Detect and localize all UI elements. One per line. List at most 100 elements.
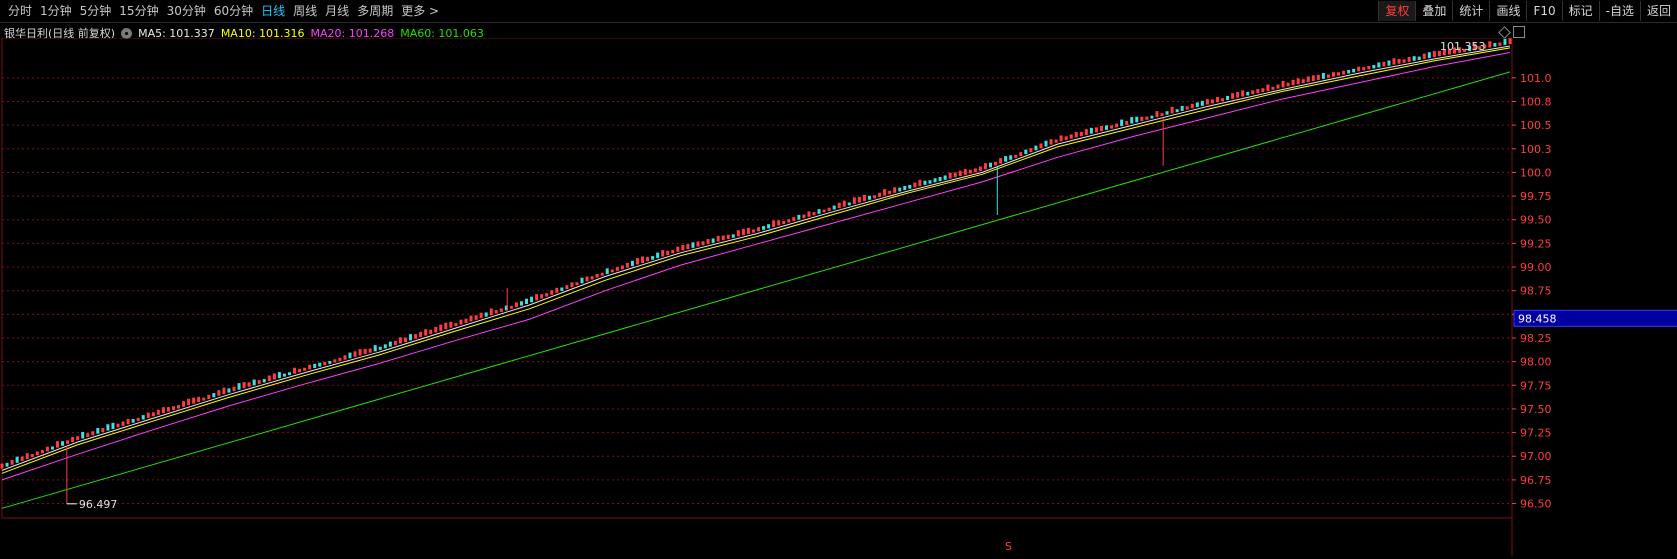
- kline-chart[interactable]: 101.0 100.8 100.5 100.3 100.0 99.75 99.50 99.25…: [0, 37, 1677, 556]
- series-line-ma60: [1, 71, 1511, 509]
- candle: [777, 220, 781, 226]
- candle: [641, 256, 645, 263]
- candle: [1195, 102, 1199, 108]
- candle: [797, 214, 801, 220]
- tab-7[interactable]: 周线: [289, 3, 321, 19]
- candle: [20, 456, 24, 461]
- y-tick-label: 97.25: [1520, 427, 1552, 440]
- tab-8[interactable]: 月线: [321, 3, 353, 19]
- candle: [474, 315, 478, 320]
- tab-2[interactable]: 5分钟: [76, 3, 116, 19]
- tool-button-4[interactable]: F10: [1526, 1, 1561, 21]
- candle: [1251, 90, 1255, 95]
- candle: [651, 256, 655, 260]
- candle: [1331, 72, 1335, 77]
- series-line-ma5: [1, 45, 1511, 471]
- candle: [419, 331, 423, 338]
- tool-buttons: 复权 叠加 统计 画线 F10 标记 -自选 返回: [1378, 1, 1677, 21]
- candle: [15, 456, 19, 463]
- candle: [136, 417, 140, 422]
- candle: [1357, 66, 1361, 72]
- candle: [454, 323, 458, 327]
- y-tick-label: 98.00: [1520, 356, 1552, 369]
- candle: [116, 423, 120, 428]
- candle: [1407, 56, 1411, 62]
- candle: [706, 239, 710, 245]
- candle: [605, 268, 609, 274]
- y-tick-label: 100.5: [1520, 119, 1552, 132]
- candle: [182, 401, 186, 407]
- candle: [1387, 60, 1391, 66]
- tool-button-1[interactable]: 叠加: [1415, 1, 1452, 21]
- tab-10[interactable]: 更多 >: [397, 3, 443, 19]
- diamond-icon[interactable]: [1498, 26, 1511, 39]
- tab-3[interactable]: 15分钟: [115, 3, 162, 19]
- candle: [262, 379, 266, 383]
- kline-svg[interactable]: 101.0 100.8 100.5 100.3 100.0 99.75 99.50 99.25…: [0, 37, 1677, 556]
- candle: [247, 382, 251, 387]
- candle: [968, 169, 972, 174]
- candle: [696, 241, 700, 247]
- candle: [81, 431, 85, 439]
- candle: [323, 361, 327, 366]
- candle: [76, 436, 80, 441]
- candle: [1079, 131, 1083, 137]
- candle: [439, 324, 443, 331]
- candle: [1170, 106, 1174, 114]
- candle: [615, 266, 619, 271]
- candle: [1064, 136, 1068, 141]
- candle: [898, 187, 902, 192]
- candle: [101, 428, 105, 433]
- candle: [1276, 84, 1280, 89]
- candle: [1236, 91, 1240, 98]
- candle: [736, 230, 740, 237]
- candle: [913, 182, 917, 188]
- tool-button-7[interactable]: 返回: [1639, 1, 1677, 21]
- candle: [822, 209, 826, 213]
- candle: [1094, 127, 1098, 133]
- tool-button-2[interactable]: 统计: [1452, 1, 1489, 21]
- tool-button-0[interactable]: 复权: [1378, 1, 1416, 21]
- candle: [146, 412, 150, 418]
- candle: [1039, 143, 1043, 149]
- candle: [767, 224, 771, 229]
- candle: [272, 373, 276, 380]
- candle: [671, 249, 675, 254]
- candle: [287, 372, 291, 376]
- candle: [1069, 134, 1073, 139]
- candle: [242, 382, 246, 389]
- tab-1[interactable]: 1分钟: [36, 3, 76, 19]
- candle: [1337, 72, 1341, 76]
- candle: [1488, 41, 1492, 48]
- candle: [620, 265, 624, 270]
- tab-5[interactable]: 60分钟: [210, 3, 257, 19]
- candle: [338, 357, 342, 362]
- candle: [409, 334, 413, 341]
- candle: [449, 321, 453, 328]
- tool-button-3[interactable]: 画线: [1489, 1, 1526, 21]
- y-tick-label: 100.0: [1520, 166, 1552, 179]
- candle: [817, 209, 821, 214]
- candle: [792, 217, 796, 222]
- candle: [151, 412, 155, 417]
- candle: [867, 195, 871, 200]
- settings-gear-icon[interactable]: [121, 27, 133, 39]
- tab-0[interactable]: 分时: [4, 3, 36, 19]
- candle: [232, 386, 236, 392]
- tab-6[interactable]: 日线: [257, 3, 289, 19]
- tab-4[interactable]: 30分钟: [163, 3, 210, 19]
- candle: [282, 373, 286, 377]
- tool-button-5[interactable]: 标记: [1561, 1, 1599, 21]
- window-icon[interactable]: [1513, 26, 1525, 38]
- candle: [1286, 82, 1290, 87]
- candle: [1291, 79, 1295, 86]
- candle: [1190, 103, 1194, 109]
- candle: [1150, 115, 1154, 119]
- candle: [751, 229, 755, 233]
- candle: [963, 169, 967, 175]
- tool-button-6[interactable]: -自选: [1598, 1, 1640, 21]
- candle: [1226, 95, 1230, 100]
- tab-9[interactable]: 多周期: [353, 3, 397, 19]
- candle: [171, 406, 175, 411]
- candle: [429, 329, 433, 335]
